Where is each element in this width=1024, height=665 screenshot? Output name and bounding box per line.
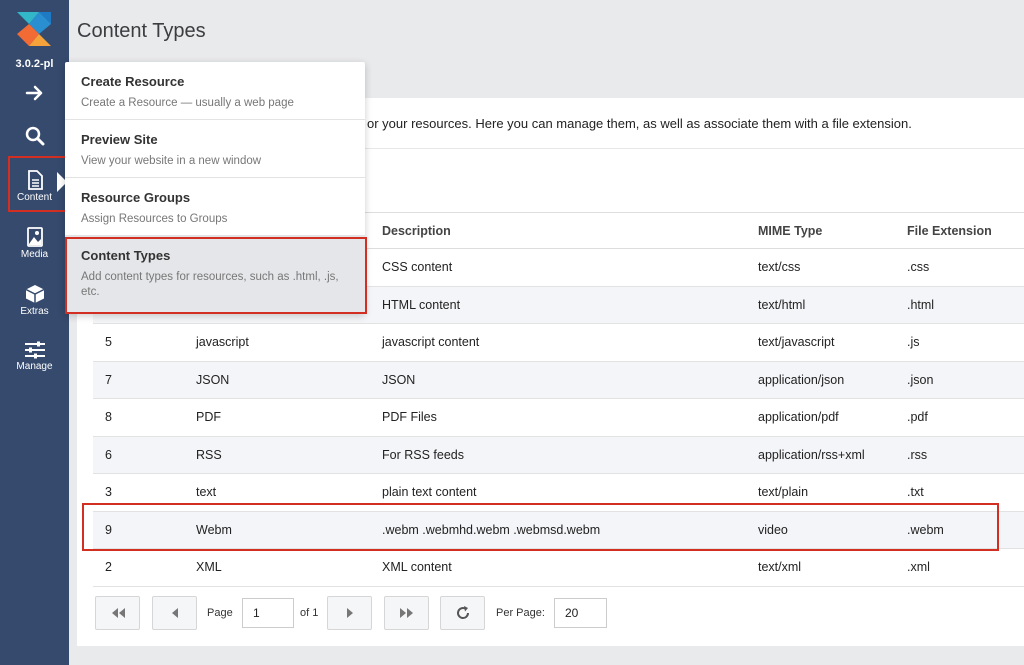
column-header-mime-type[interactable]: MIME Type bbox=[746, 212, 895, 249]
cell-id: 6 bbox=[93, 436, 184, 474]
cell-name: XML bbox=[184, 548, 370, 587]
per-page-input[interactable]: 20 bbox=[554, 598, 607, 628]
column-header-file-extension[interactable]: File Extension bbox=[895, 212, 1024, 249]
table-row[interactable]: 6 RSS For RSS feeds application/rss+xml .rss bbox=[93, 436, 1024, 474]
last-page-button[interactable] bbox=[384, 596, 429, 630]
first-page-button[interactable] bbox=[95, 596, 140, 630]
main-sidebar: 3.0.2-pl Content Media Extras Manage bbox=[0, 0, 69, 665]
cell-file-extension: .pdf bbox=[895, 398, 1024, 437]
sliders-icon bbox=[24, 341, 45, 359]
page-count-label: of 1 bbox=[300, 607, 319, 619]
page-label: Page bbox=[207, 607, 233, 619]
sidebar-item-media[interactable]: Media bbox=[0, 227, 69, 260]
next-page-icon bbox=[346, 608, 353, 618]
sidebar-item-label: Extras bbox=[20, 306, 49, 317]
per-page-label: Per Page: bbox=[496, 607, 545, 619]
page-number-input[interactable]: 1 bbox=[242, 598, 294, 628]
menu-item-title: Resource Groups bbox=[81, 190, 191, 205]
cell-id: 2 bbox=[93, 548, 184, 587]
menu-item-description: Create a Resource — usually a web page bbox=[81, 97, 294, 109]
cell-file-extension: .json bbox=[895, 361, 1024, 399]
first-page-icon bbox=[111, 608, 125, 618]
cell-mime-type: text/html bbox=[746, 286, 895, 324]
cell-file-extension: .css bbox=[895, 248, 1024, 287]
refresh-icon bbox=[456, 606, 469, 619]
cell-file-extension: .rss bbox=[895, 436, 1024, 474]
cell-mime-type: application/rss+xml bbox=[746, 436, 895, 474]
sidebar-item-search[interactable] bbox=[0, 126, 69, 146]
sidebar-item-manage[interactable]: Manage bbox=[0, 341, 69, 372]
menu-item-preview-site[interactable]: Preview Site View your website in a new … bbox=[65, 120, 365, 178]
menu-item-description: Assign Resources to Groups bbox=[81, 213, 228, 225]
cell-mime-type: text/xml bbox=[746, 548, 895, 587]
sidebar-item-label: Media bbox=[20, 249, 49, 260]
table-row[interactable]: 7 JSON JSON application/json .json bbox=[93, 361, 1024, 399]
cube-icon bbox=[25, 285, 44, 303]
version-label: 3.0.2-pl bbox=[15, 58, 54, 70]
cell-id: 8 bbox=[93, 398, 184, 437]
cell-id: 5 bbox=[93, 323, 184, 362]
cell-name: javascript bbox=[184, 323, 370, 362]
cell-mime-type: application/pdf bbox=[746, 398, 895, 437]
arrow-right-icon bbox=[25, 85, 42, 101]
table-row[interactable]: 8 PDF PDF Files application/pdf .pdf bbox=[93, 398, 1024, 437]
cell-mime-type: text/javascript bbox=[746, 323, 895, 362]
image-icon bbox=[26, 227, 43, 247]
cell-file-extension: .xml bbox=[895, 548, 1024, 587]
prev-page-button[interactable] bbox=[152, 596, 197, 630]
cell-description: javascript content bbox=[370, 323, 746, 362]
last-page-icon bbox=[399, 608, 413, 618]
cell-description: For RSS feeds bbox=[370, 436, 746, 474]
cell-id: 7 bbox=[93, 361, 184, 399]
menu-item-title: Preview Site bbox=[81, 132, 158, 147]
menu-item-create-resource[interactable]: Create Resource Create a Resource — usua… bbox=[65, 62, 365, 120]
cell-description: CSS content bbox=[370, 248, 746, 287]
search-icon bbox=[25, 126, 44, 146]
table-row[interactable]: 5 javascript javascript content text/javasc… bbox=[93, 323, 1024, 362]
cell-mime-type: text/css bbox=[746, 248, 895, 287]
cell-name: PDF bbox=[184, 398, 370, 437]
menu-item-title: Create Resource bbox=[81, 74, 185, 89]
cell-description: XML content bbox=[370, 548, 746, 587]
cell-file-extension: .html bbox=[895, 286, 1024, 324]
menu-item-description: View your website in a new window bbox=[81, 155, 262, 167]
cell-file-extension: .js bbox=[895, 323, 1024, 362]
sidebar-item-expand[interactable] bbox=[0, 84, 69, 102]
column-header-description[interactable]: Description bbox=[370, 212, 746, 249]
panel-intro-text: or your resources. Here you can manage t… bbox=[367, 116, 912, 131]
menu-item-resource-groups[interactable]: Resource Groups Assign Resources to Grou… bbox=[65, 178, 365, 236]
cell-description: HTML content bbox=[370, 286, 746, 324]
sidebar-item-extras[interactable]: Extras bbox=[0, 284, 69, 317]
table-row[interactable]: 2 XML XML content text/xml .xml bbox=[93, 548, 1024, 587]
webm-row-highlight bbox=[82, 503, 999, 551]
cell-description: PDF Files bbox=[370, 398, 746, 437]
next-page-button[interactable] bbox=[327, 596, 372, 630]
cell-name: RSS bbox=[184, 436, 370, 474]
cell-description: JSON bbox=[370, 361, 746, 399]
sidebar-item-label: Manage bbox=[16, 361, 53, 372]
cell-mime-type: application/json bbox=[746, 361, 895, 399]
prev-page-icon bbox=[171, 608, 178, 618]
cell-name: JSON bbox=[184, 361, 370, 399]
modx-logo[interactable] bbox=[15, 10, 53, 48]
page-title: Content Types bbox=[77, 20, 206, 42]
refresh-button[interactable] bbox=[440, 596, 485, 630]
content-types-menu-highlight bbox=[65, 237, 367, 314]
